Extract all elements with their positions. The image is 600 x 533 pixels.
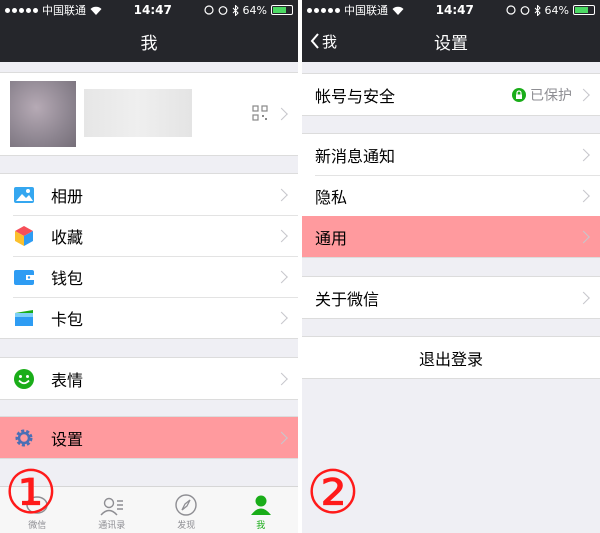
bluetooth-icon [534, 4, 541, 16]
alarm-icon [218, 6, 227, 15]
page-title: 设置 [434, 33, 468, 54]
chevron-right-icon [577, 230, 590, 243]
smiley-icon [13, 368, 35, 390]
step-marker-2: ② [306, 458, 360, 528]
settings-group-general: 新消息通知 隐私 通用 [302, 133, 600, 258]
wifi-icon [392, 6, 404, 15]
chevron-right-icon [577, 148, 590, 161]
step-marker-1: ① [4, 458, 58, 528]
tab-label: 我 [256, 521, 266, 531]
chevron-left-icon [310, 33, 319, 49]
carrier-label: 中国联通 [344, 4, 388, 17]
chevron-right-icon [275, 431, 288, 444]
chevron-right-icon [577, 88, 590, 101]
battery-percent: 64% [242, 3, 267, 17]
status-bar: 中国联通 14:47 64% [0, 0, 298, 20]
profile-name-blurred [84, 89, 192, 137]
settings-screen: 中国联通 14:47 64% 我 设置 帐号与安全 已保护 新消息通知 隐私 通… [302, 0, 600, 533]
setting-about-wechat[interactable]: 关于微信 [302, 277, 600, 318]
tab-label: 发现 [177, 521, 196, 531]
menu-item-label: 卡包 [51, 309, 84, 329]
tab-contacts[interactable]: 通讯录 [75, 487, 150, 533]
alarm-icon [520, 6, 529, 15]
chevron-right-icon [275, 311, 288, 324]
compass-icon [175, 494, 197, 516]
settings-group-logout: 退出登录 [302, 336, 600, 379]
carrier-label: 中国联通 [42, 4, 86, 17]
menu-item-label: 收藏 [51, 227, 84, 247]
protection-status: 已保护 [512, 74, 572, 115]
protection-status-text: 已保护 [530, 87, 572, 104]
wifi-icon [90, 6, 102, 15]
setting-label: 隐私 [315, 187, 348, 207]
setting-general[interactable]: 通用 [302, 216, 600, 257]
tab-label: 通讯录 [98, 521, 126, 531]
setting-label: 帐号与安全 [315, 86, 396, 106]
clock: 14:47 [133, 3, 172, 17]
avatar[interactable] [10, 81, 76, 147]
logout-button[interactable]: 退出登录 [302, 337, 600, 378]
menu-item-wallet[interactable]: 钱包 [0, 256, 298, 297]
rotation-lock-icon [505, 5, 516, 15]
menu-item-cards[interactable]: 卡包 [0, 297, 298, 338]
profile-card[interactable] [0, 72, 298, 156]
setting-notifications[interactable]: 新消息通知 [302, 134, 600, 175]
gear-icon [13, 427, 35, 449]
logout-label: 退出登录 [418, 349, 483, 369]
settings-group-account: 帐号与安全 已保护 [302, 73, 600, 116]
photo-album-icon [13, 184, 35, 206]
favorites-cube-icon [13, 225, 35, 247]
menu-group-stickers: 表情 [0, 357, 298, 400]
chevron-right-icon [577, 189, 590, 202]
battery-icon [573, 5, 595, 15]
card-pack-icon [13, 307, 35, 329]
menu-item-favorites[interactable]: 收藏 [0, 215, 298, 256]
menu-item-label: 钱包 [51, 268, 84, 288]
lock-icon [512, 87, 526, 102]
menu-item-album[interactable]: 相册 [0, 174, 298, 215]
back-button[interactable]: 我 [310, 20, 337, 62]
wallet-icon [13, 266, 35, 288]
battery-icon [271, 5, 293, 15]
page-title: 我 [140, 33, 158, 54]
me-screen: 中国联通 14:47 64% 我 相册 收藏 钱包 卡包 表情 设置 微信 通讯… [0, 0, 298, 533]
setting-label: 通用 [315, 228, 348, 248]
setting-label: 关于微信 [315, 289, 380, 309]
menu-group-wallet: 相册 收藏 钱包 卡包 [0, 173, 298, 339]
setting-account-security[interactable]: 帐号与安全 已保护 [302, 74, 600, 115]
status-bar: 中国联通 14:47 64% [302, 0, 600, 20]
chevron-right-icon [275, 270, 288, 283]
chevron-right-icon [275, 372, 288, 385]
qr-code-icon[interactable] [252, 105, 268, 121]
back-label: 我 [322, 32, 338, 51]
setting-privacy[interactable]: 隐私 [302, 175, 600, 216]
bluetooth-icon [232, 4, 239, 16]
nav-bar: 我 设置 [302, 20, 600, 62]
menu-item-label: 设置 [51, 429, 84, 449]
rotation-lock-icon [203, 5, 214, 15]
clock: 14:47 [435, 3, 474, 17]
chevron-right-icon [275, 229, 288, 242]
chevron-right-icon [577, 291, 590, 304]
menu-item-label: 表情 [51, 370, 84, 390]
me-icon [250, 495, 271, 515]
signal-icon [307, 7, 340, 13]
tab-discover[interactable]: 发现 [149, 487, 224, 533]
nav-bar: 我 [0, 20, 298, 62]
battery-percent: 64% [544, 3, 569, 17]
contacts-icon [100, 497, 123, 516]
tab-me[interactable]: 我 [224, 487, 299, 533]
settings-group-about: 关于微信 [302, 276, 600, 319]
chevron-right-icon [275, 107, 288, 121]
chevron-right-icon [275, 188, 288, 201]
menu-item-stickers[interactable]: 表情 [0, 358, 298, 399]
setting-label: 新消息通知 [315, 146, 396, 166]
menu-item-settings[interactable]: 设置 [0, 417, 298, 458]
menu-item-label: 相册 [51, 186, 84, 206]
signal-icon [5, 7, 38, 13]
menu-group-settings: 设置 [0, 416, 298, 459]
